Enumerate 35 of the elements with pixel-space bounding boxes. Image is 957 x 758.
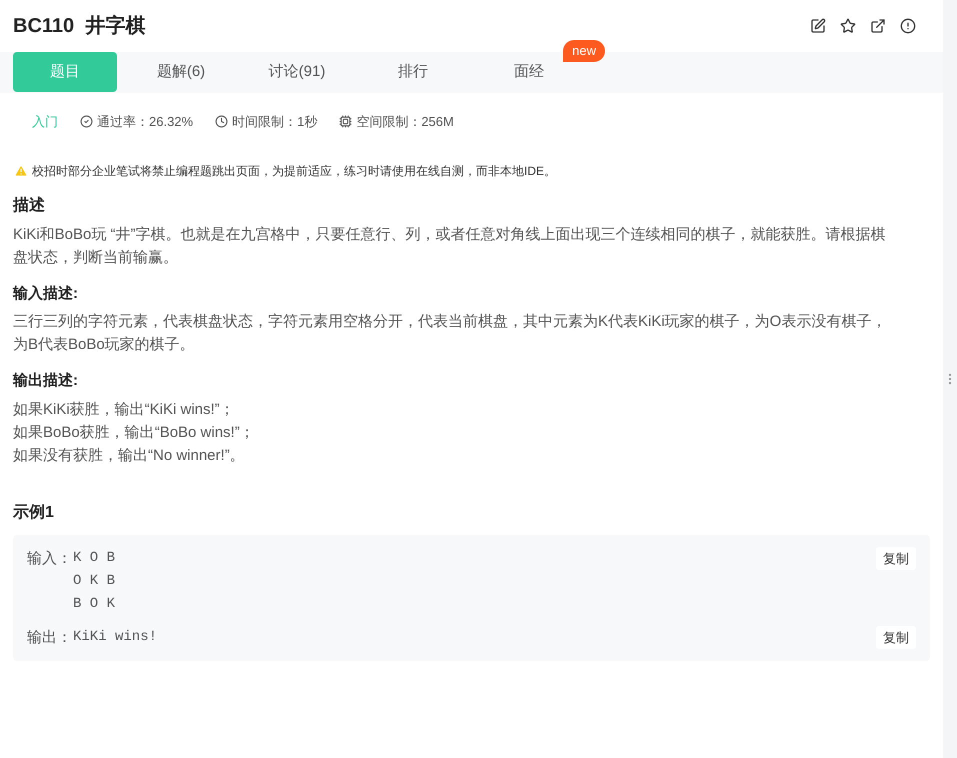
tab[interactable]: 题解(6) <box>129 52 233 92</box>
code-line: O K B <box>73 572 116 590</box>
share-icon[interactable] <box>870 18 886 34</box>
new-badge: new <box>563 40 605 62</box>
copy-button[interactable]: 复制 <box>876 626 916 649</box>
section-heading: 输入描述: <box>13 284 79 304</box>
space-limit: 空间限制：256M <box>356 113 454 131</box>
io-label: 输出： <box>27 628 73 648</box>
pass-rate: 通过率：26.32% <box>97 113 194 131</box>
section-heading: 输出描述: <box>13 371 79 391</box>
section-heading: 描述 <box>13 196 46 216</box>
warning-icon <box>14 164 28 178</box>
code-line: B O K <box>73 594 116 614</box>
notice-text: 校招时部分企业笔试将禁止编程题跳出页面，为提前适应，练习时请使用在线自测，而非本地IDE。 <box>32 162 556 180</box>
edit-icon[interactable] <box>810 18 826 34</box>
report-icon[interactable] <box>900 18 916 34</box>
tab[interactable]: 排行 <box>361 52 465 92</box>
clock-icon <box>215 115 228 128</box>
star-icon[interactable] <box>840 18 856 34</box>
difficulty-label: 入门 <box>32 113 58 131</box>
example-heading: 示例1 <box>13 502 55 522</box>
description-text: 三行三列的字符元素，代表棋盘状态，字符元素用空格分开，代表当前棋盘，其中元素为K代表KiKi玩家的棋子，为O表示没有棋子，为B代表BoBo玩家的棋子。 <box>13 312 888 355</box>
chip-icon <box>339 115 352 128</box>
description-text: 如果KiKi获胜，输出“KiKi wins!”； <box>13 400 236 420</box>
description-text: 如果没有获胜，输出“No winner!”。 <box>13 446 246 466</box>
tab[interactable]: 讨论(91) <box>245 52 349 92</box>
description-text: KiKi和BoBo玩 “井”字棋。也就是在九宫格中，只要任意行、列，或者任意对角线上面出现三个连续相同的棋子，就能获胜。请根据棋盘状态，判断当前输赢。 <box>13 224 887 268</box>
description-text: 如果BoBo获胜，输出“BoBo wins!”； <box>13 422 256 442</box>
copy-button[interactable]: 复制 <box>876 546 916 570</box>
problem-title: BC110 井字棋 <box>13 14 146 39</box>
check-icon <box>80 115 93 128</box>
code-line: KiKi wins! <box>73 628 158 646</box>
code-line: K O B <box>73 548 116 568</box>
time-limit: 时间限制：1秒 <box>232 113 318 131</box>
io-label: 输入： <box>27 548 73 568</box>
